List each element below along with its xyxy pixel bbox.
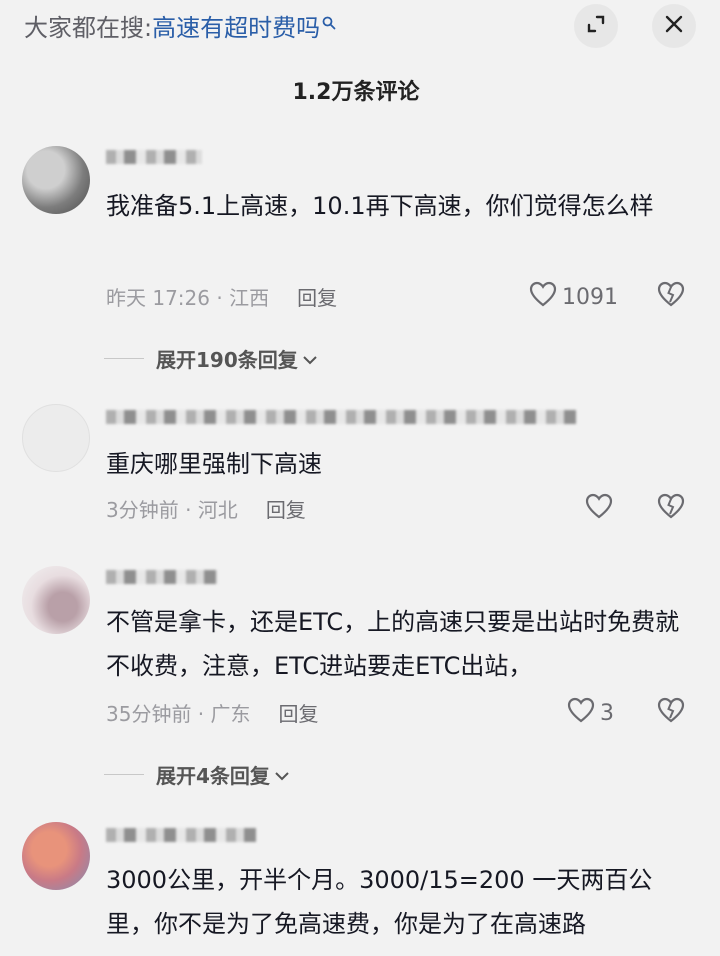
reply-button[interactable]: 回复: [297, 286, 337, 310]
comment-text: 不管是拿卡，还是ETC，上的高速只要是出站时免费就不收费，注意，ETC进站要走E…: [106, 608, 680, 680]
chevron-down-icon: [302, 347, 318, 371]
search-suggestion[interactable]: 大家都在搜:高速有超时费吗: [24, 8, 336, 45]
like-count: 3: [600, 700, 614, 726]
comment-time: 昨天 17:26: [106, 286, 210, 310]
username-blurred[interactable]: [106, 566, 226, 588]
dislike-button[interactable]: [656, 696, 686, 728]
username-blurred[interactable]: [106, 824, 266, 846]
avatar[interactable]: [22, 566, 90, 634]
comment-location: 广东: [210, 702, 251, 726]
comment-meta: 昨天 17:26 · 江西 回复: [106, 282, 337, 311]
avatar[interactable]: [22, 146, 90, 214]
like-count: 1091: [562, 284, 618, 310]
heart-icon: [566, 696, 600, 730]
comment-time: 35分钟前: [106, 702, 192, 726]
broken-heart-icon: [656, 493, 686, 524]
expand-replies-button[interactable]: 展开190条回复: [104, 344, 318, 373]
search-icon[interactable]: [322, 15, 336, 34]
expand-divider: [104, 774, 144, 775]
comment-meta: 3分钟前 · 河北 回复: [106, 494, 306, 523]
like-button[interactable]: 3: [566, 696, 614, 730]
expand-replies-button[interactable]: 展开4条回复: [104, 760, 290, 789]
top-bar: 大家都在搜:高速有超时费吗: [0, 0, 720, 52]
meta-separator: ·: [191, 702, 211, 726]
expand-replies-label: 展开190条回复: [156, 348, 298, 372]
like-button[interactable]: [584, 492, 618, 526]
expand-divider: [104, 358, 144, 359]
heart-icon: [528, 280, 562, 314]
search-suggestion-prefix: 大家都在搜:: [24, 14, 153, 42]
comment-location: 河北: [197, 498, 238, 522]
chevron-down-icon: [274, 763, 290, 787]
comment-text: 我准备5.1上高速，10.1再下高速，你们觉得怎么样: [106, 192, 654, 220]
heart-icon: [584, 492, 618, 526]
avatar[interactable]: [22, 404, 90, 472]
reply-button[interactable]: 回复: [279, 702, 319, 726]
comment-text: 重庆哪里强制下高速: [106, 450, 322, 478]
collapse-button[interactable]: [574, 4, 618, 48]
dislike-button[interactable]: [656, 280, 686, 312]
comment-time: 3分钟前: [106, 498, 179, 522]
avatar[interactable]: [22, 822, 90, 890]
comment-meta: 35分钟前 · 广东 回复: [106, 698, 319, 727]
meta-separator: ·: [178, 498, 198, 522]
broken-heart-icon: [656, 281, 686, 312]
broken-heart-icon: [656, 697, 686, 728]
search-suggestion-query[interactable]: 高速有超时费吗: [152, 14, 320, 42]
username-blurred[interactable]: [106, 406, 586, 428]
meta-separator: ·: [210, 286, 230, 310]
close-icon: [663, 13, 685, 39]
comment-text: 3000公里，开半个月。3000/15=200 一天两百公里，你不是为了免高速费…: [106, 866, 653, 938]
dislike-button[interactable]: [656, 492, 686, 524]
close-button[interactable]: [652, 4, 696, 48]
collapse-icon: [585, 13, 607, 39]
reply-button[interactable]: 回复: [266, 498, 306, 522]
expand-replies-label: 展开4条回复: [156, 764, 270, 788]
comment-count-title: 1.2万条评论: [292, 80, 420, 105]
username-blurred[interactable]: [106, 146, 206, 168]
like-button[interactable]: 1091: [528, 280, 618, 314]
comment-location: 江西: [229, 286, 270, 310]
